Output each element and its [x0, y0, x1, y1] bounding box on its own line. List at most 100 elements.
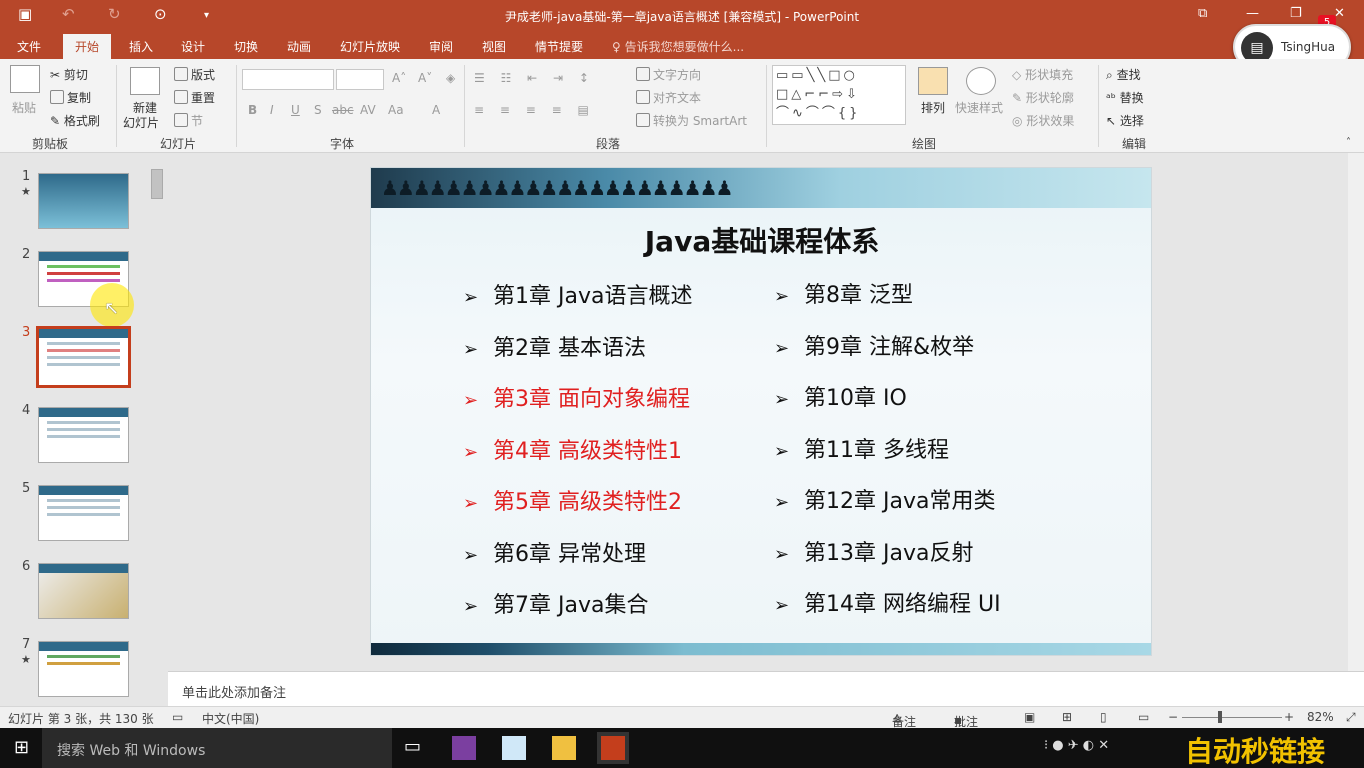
- slide-counter: 幻灯片 第 3 张，共 130 张: [8, 712, 154, 726]
- scroll-thumb[interactable]: [151, 169, 163, 199]
- change-case-button[interactable]: Aa: [388, 103, 404, 117]
- tab-transitions[interactable]: 切换: [234, 38, 258, 55]
- notes-pane[interactable]: 单击此处添加备注: [168, 671, 1364, 706]
- underline-button[interactable]: U: [291, 103, 300, 117]
- slide-thumbnail-3[interactable]: [36, 326, 131, 388]
- task-view-icon[interactable]: ▭: [404, 736, 428, 760]
- zoom-out-icon[interactable]: −: [1168, 710, 1178, 724]
- select-button[interactable]: ↖ 选择: [1106, 112, 1144, 129]
- tab-home[interactable]: 开始: [63, 34, 112, 61]
- bold-button[interactable]: B: [248, 103, 257, 117]
- list-buttons[interactable]: ☰ ☷ ⇤ ⇥ ↕: [474, 71, 595, 85]
- italic-button[interactable]: I: [270, 103, 274, 117]
- find-button[interactable]: ⌕ 查找: [1106, 66, 1141, 83]
- new-slide-dropdown[interactable]: 幻灯片: [123, 114, 159, 131]
- status-bar: 幻灯片 第 3 张，共 130 张 ▭ 中文(中国) ≙ 备注 ▪ 批注 ▣ ⊞…: [0, 706, 1364, 729]
- zoom-level[interactable]: 82%: [1307, 710, 1334, 724]
- scissors-icon: ✂: [50, 68, 61, 82]
- collapse-ribbon-icon[interactable]: ˄: [1346, 137, 1351, 148]
- font-size-box[interactable]: [336, 69, 384, 90]
- slide-sorter-icon[interactable]: ⊞: [1062, 710, 1072, 724]
- font-name-box[interactable]: [242, 69, 334, 90]
- arrange-button[interactable]: 排列: [921, 99, 945, 116]
- slideshow-icon[interactable]: ▭: [1138, 710, 1149, 724]
- current-slide[interactable]: ♟♟♟♟♟♟♟♟♟♟♟♟♟♟♟♟♟♟♟♟♟♟ Java基础课程体系 ➢ 第1章 J…: [370, 167, 1152, 656]
- zoom-slider[interactable]: [1182, 717, 1282, 718]
- app-icon[interactable]: [502, 736, 526, 760]
- restore-icon[interactable]: ❐: [1290, 6, 1302, 21]
- shapes-gallery[interactable]: ▭▭╲╲□○ □△⌐⌐⇨⇩ ⌒∿⌒⌒{}: [772, 65, 906, 125]
- shadow-button[interactable]: S: [314, 103, 322, 117]
- tab-slideshow[interactable]: 幻灯片放映: [340, 38, 400, 55]
- copy-button[interactable]: 复制: [50, 89, 91, 106]
- grow-font-icon[interactable]: A˄: [392, 71, 406, 85]
- effects-icon: ◎: [1012, 114, 1023, 128]
- slide-thumbnail-7[interactable]: [38, 641, 129, 697]
- taskbar-search[interactable]: 搜索 Web 和 Windows: [42, 728, 392, 768]
- thumbnail-scrollbar[interactable]: [150, 153, 164, 706]
- align-text-button[interactable]: 对齐文本: [636, 89, 701, 106]
- chapter-item: ➢ 第10章 IO: [774, 386, 907, 411]
- section-button[interactable]: 节: [174, 112, 203, 129]
- normal-view-icon[interactable]: ▣: [1024, 710, 1035, 724]
- slide-thumbnail-6[interactable]: [38, 563, 129, 619]
- tab-storyboarding[interactable]: 情节提要: [535, 38, 583, 55]
- tab-view[interactable]: 视图: [482, 38, 506, 55]
- font-color-button[interactable]: A: [432, 103, 440, 117]
- zoom-in-icon[interactable]: +: [1284, 710, 1294, 724]
- minimize-icon[interactable]: —: [1246, 6, 1259, 21]
- slide-thumbnail-1[interactable]: [38, 173, 129, 229]
- slide-title[interactable]: Java基础课程体系: [371, 220, 1151, 260]
- reset-icon: [174, 90, 188, 104]
- group-divider: [236, 65, 237, 147]
- smartart-button[interactable]: 转换为 SmartArt: [636, 112, 747, 129]
- slide-scrollbar[interactable]: [1348, 153, 1364, 671]
- slide-thumbnail-4[interactable]: [38, 407, 129, 463]
- fit-to-window-icon[interactable]: ⤢: [1346, 710, 1356, 725]
- tab-insert[interactable]: 插入: [129, 38, 153, 55]
- ribbon-display-icon[interactable]: ⧉: [1198, 6, 1207, 21]
- text-direction-button[interactable]: 文字方向: [636, 66, 701, 83]
- file-explorer-icon[interactable]: [552, 736, 576, 760]
- powerpoint-taskbar-icon[interactable]: [597, 732, 629, 764]
- strikethrough-button[interactable]: abc: [332, 103, 354, 117]
- slide-editing-area: ♟♟♟♟♟♟♟♟♟♟♟♟♟♟♟♟♟♟♟♟♟♟ Java基础课程体系 ➢ 第1章 J…: [168, 153, 1348, 671]
- quick-styles-icon[interactable]: [966, 67, 996, 95]
- shape-effects-button[interactable]: ◎ 形状效果: [1012, 112, 1074, 129]
- new-slide-icon[interactable]: [130, 67, 160, 95]
- shrink-font-icon[interactable]: A˅: [418, 71, 432, 85]
- paste-icon[interactable]: [10, 65, 40, 93]
- group-divider: [1098, 65, 1099, 147]
- title-bar: ▣ ↶ ↻ ⊙ ▾ 尹成老师-java基础-第一章java语言概述 [兼容模式]…: [0, 0, 1364, 32]
- arrow-bullet-icon: ➢: [463, 441, 479, 463]
- char-spacing-button[interactable]: AV: [360, 103, 376, 117]
- zoom-slider-thumb[interactable]: [1218, 711, 1222, 723]
- align-buttons[interactable]: ≡ ≡ ≡ ≡ ▤: [474, 103, 595, 117]
- tab-design[interactable]: 设计: [181, 38, 205, 55]
- paste-button[interactable]: 粘贴: [12, 99, 36, 116]
- reading-view-icon[interactable]: ▯: [1100, 710, 1107, 724]
- reset-button[interactable]: 重置: [174, 89, 215, 106]
- language-indicator[interactable]: 中文(中国): [202, 710, 259, 727]
- onenote-icon[interactable]: [452, 736, 476, 760]
- arrow-bullet-icon: ➢: [463, 338, 479, 360]
- slide-thumbnail-5[interactable]: [38, 485, 129, 541]
- arrange-icon[interactable]: [918, 67, 948, 95]
- cut-button[interactable]: ✂ 剪切: [50, 66, 88, 83]
- spell-check-icon[interactable]: ▭: [172, 710, 183, 724]
- arrow-bullet-icon: ➢: [774, 389, 790, 410]
- tab-review[interactable]: 审阅: [429, 38, 453, 55]
- tell-me-box[interactable]: ♀ 告诉我您想要做什么...: [612, 38, 744, 55]
- thumbnail-number: 3: [22, 325, 31, 340]
- shape-fill-button[interactable]: ◇ 形状填充: [1012, 66, 1073, 83]
- tab-animations[interactable]: 动画: [287, 38, 311, 55]
- tab-file[interactable]: 文件: [17, 38, 41, 55]
- format-painter-button[interactable]: ✎ 格式刷: [50, 112, 100, 129]
- replace-button[interactable]: ᵃᵇ 替换: [1106, 89, 1144, 106]
- tray-icons[interactable]: ⁝ ● ✈ ◐ ✕: [1044, 738, 1109, 753]
- quick-styles-button[interactable]: 快速样式: [955, 99, 1003, 116]
- layout-button[interactable]: 版式: [174, 66, 215, 83]
- clear-format-icon[interactable]: ◈: [446, 71, 455, 85]
- windows-start-icon[interactable]: ⊞: [14, 737, 29, 758]
- shape-outline-button[interactable]: ✎ 形状轮廓: [1012, 89, 1074, 106]
